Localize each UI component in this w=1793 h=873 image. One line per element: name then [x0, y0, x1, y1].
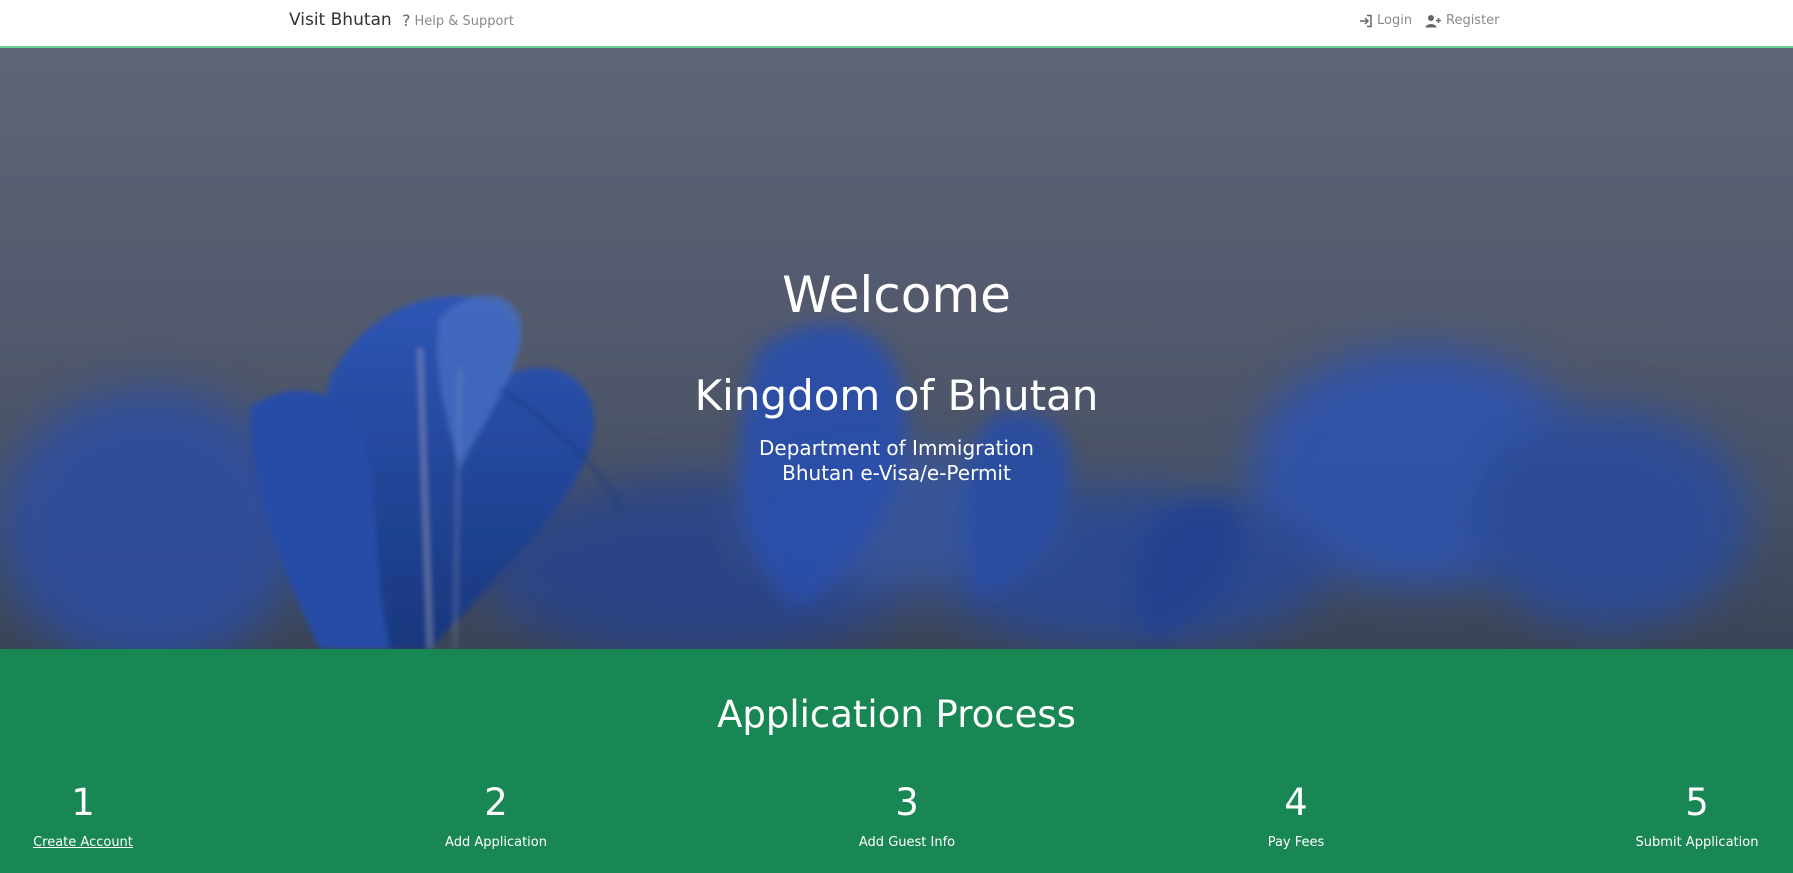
step-label: Add Guest Info — [858, 835, 956, 850]
help-support-link[interactable]: ? Help & Support — [402, 13, 514, 29]
help-support-label: Help & Support — [414, 13, 514, 29]
step-number: 2 — [484, 781, 508, 824]
step-label: Add Application — [445, 835, 547, 850]
step-label: Pay Fees — [1267, 835, 1325, 850]
process-step-create-account: 1 Create Account — [0, 784, 183, 850]
process-step-pay-fees: 4 Pay Fees — [1196, 784, 1396, 850]
step-label: Submit Application — [1635, 835, 1759, 850]
application-process-title: Application Process — [717, 693, 1076, 736]
step-number: 3 — [895, 781, 919, 824]
application-process-section: Application Process 1 Create Account 2 A… — [0, 649, 1793, 873]
login-label: Login — [1377, 13, 1413, 28]
top-navbar: Visit Bhutan ? Help & Support Login Regi… — [0, 0, 1793, 48]
register-label: Register — [1446, 13, 1500, 28]
hero-banner: Welcome Kingdom of Bhutan Department of … — [0, 48, 1793, 649]
question-icon: ? — [402, 11, 411, 30]
create-account-link[interactable]: Create Account — [0, 835, 183, 850]
visa-subtitle: Bhutan e-Visa/e-Permit — [782, 461, 1011, 485]
login-link[interactable]: Login — [1359, 13, 1412, 28]
step-number: 1 — [71, 781, 95, 824]
sign-in-icon — [1359, 14, 1373, 28]
process-step-submit-application: 5 Submit Application — [1597, 784, 1793, 850]
step-number: 5 — [1685, 781, 1709, 824]
kingdom-heading: Kingdom of Bhutan — [694, 371, 1099, 420]
step-number: 4 — [1284, 781, 1308, 824]
user-plus-icon — [1425, 14, 1442, 28]
process-step-add-guest-info: 3 Add Guest Info — [807, 784, 1007, 850]
brand-link[interactable]: Visit Bhutan — [289, 10, 392, 30]
department-subtitle: Department of Immigration — [759, 436, 1034, 460]
process-step-add-application: 2 Add Application — [396, 784, 596, 850]
register-link[interactable]: Register — [1425, 13, 1500, 28]
welcome-heading: Welcome — [782, 266, 1011, 324]
